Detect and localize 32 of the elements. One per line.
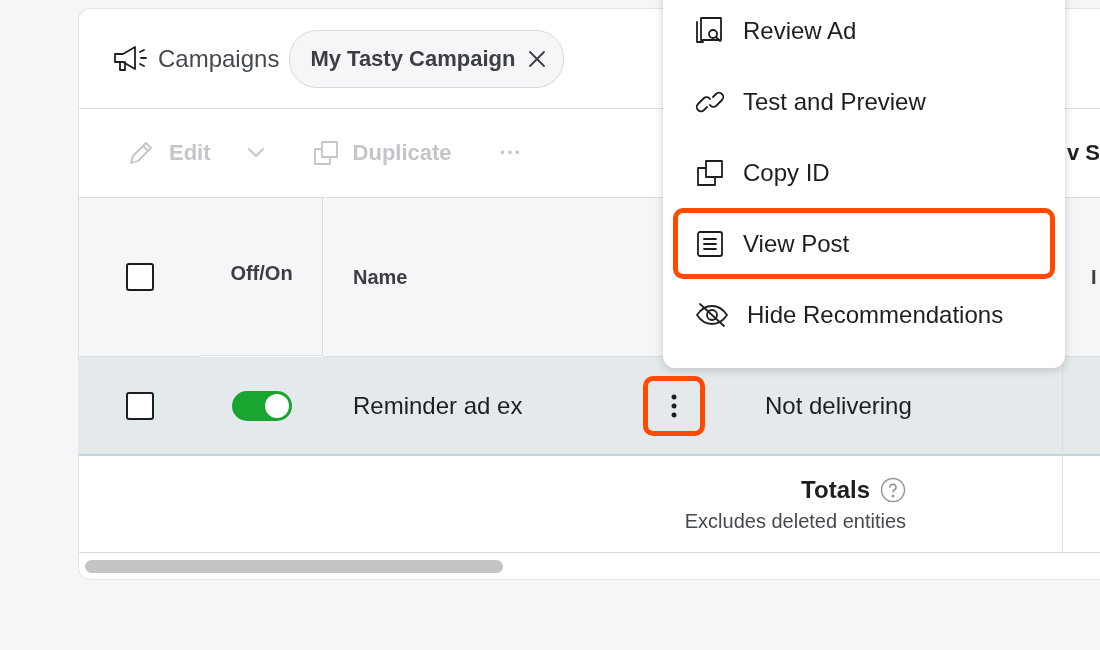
copy-icon <box>312 140 339 166</box>
more-actions-button[interactable] <box>643 375 705 436</box>
checkbox[interactable] <box>126 391 154 420</box>
toggle-switch[interactable] <box>232 390 292 421</box>
column-header: Name <box>353 265 408 289</box>
checkbox[interactable] <box>126 263 154 291</box>
kebab-menu-icon <box>671 393 677 418</box>
table-cell: Not delivering <box>765 391 912 420</box>
dropdown-button[interactable] <box>246 147 265 159</box>
totals-label: Totals <box>801 475 870 504</box>
copy-icon <box>695 157 725 188</box>
page-title: Campaigns <box>158 44 280 73</box>
help-icon <box>880 476 906 503</box>
menu-item[interactable]: Test and Preview <box>673 66 1055 137</box>
scrollbar-thumb[interactable] <box>85 559 503 573</box>
menu-item[interactable]: Review Ad <box>673 0 1055 66</box>
chevron-down-icon <box>246 147 265 159</box>
pencil-icon <box>127 139 155 167</box>
document-icon <box>695 228 725 259</box>
chip-label: My Tasty Campaign <box>310 45 516 72</box>
column-header: I <box>1091 265 1097 289</box>
menu-item[interactable]: View Post <box>673 208 1055 279</box>
totals-note: Excludes deleted entities <box>684 509 906 533</box>
document-search-icon <box>695 15 725 46</box>
filter-chip[interactable]: My Tasty Campaign <box>289 29 565 88</box>
megaphone-icon <box>112 43 148 74</box>
table-cell-text: Reminder ad ex <box>353 391 524 420</box>
column-header: Off/On <box>230 262 293 285</box>
menu-item[interactable]: Copy ID <box>673 137 1055 208</box>
close-icon <box>527 48 548 69</box>
menu-item[interactable]: Hide Recommendations <box>673 279 1055 350</box>
toolbar-text: v S <box>1066 140 1100 166</box>
